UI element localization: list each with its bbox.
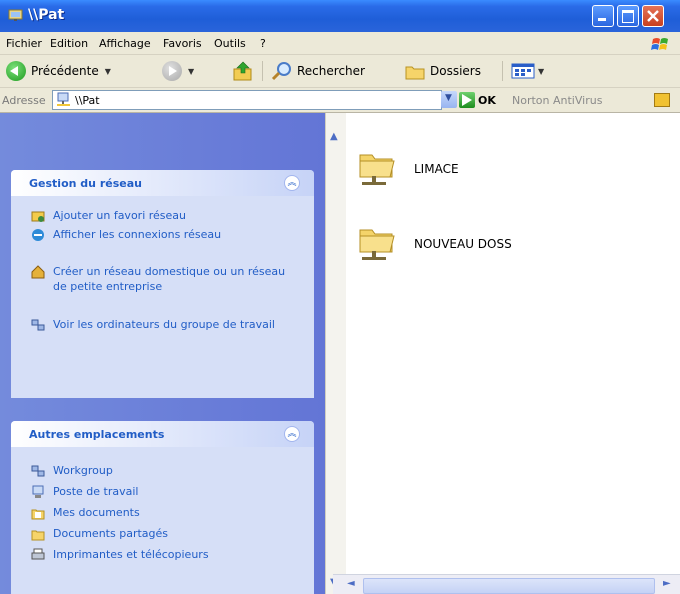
network-folder-icon bbox=[8, 9, 23, 21]
printers-icon bbox=[31, 548, 45, 560]
forward-arrow-icon bbox=[162, 61, 182, 81]
minimize-button[interactable] bbox=[592, 5, 614, 27]
close-icon bbox=[647, 10, 659, 22]
back-dropdown-icon[interactable]: ▼ bbox=[105, 67, 111, 76]
go-label[interactable]: OK bbox=[478, 94, 496, 107]
toolbar-separator bbox=[502, 61, 503, 81]
other-places-group: Autres emplacements ︽ Workgroup Poste de… bbox=[11, 421, 314, 594]
network-tasks-header[interactable]: Gestion du réseau ︽ bbox=[11, 170, 314, 196]
window-title: \\Pat bbox=[28, 7, 65, 23]
menu-edit[interactable]: Edition bbox=[50, 37, 88, 50]
folder-view: LIMACE NOUVEAU DOSS bbox=[346, 113, 680, 576]
views-icon bbox=[511, 63, 535, 79]
collapse-icon[interactable]: ︽ bbox=[284, 175, 300, 191]
menu-help[interactable]: ? bbox=[260, 37, 266, 50]
task-network-connections[interactable]: Afficher les connexions réseau bbox=[31, 227, 301, 259]
scroll-left-icon[interactable]: ◄ bbox=[347, 578, 355, 589]
collapse-icon[interactable]: ︽ bbox=[284, 426, 300, 442]
back-label: Précédente bbox=[31, 64, 99, 78]
shared-documents-icon bbox=[31, 530, 45, 541]
add-network-place-icon bbox=[31, 211, 45, 222]
norton-antivirus-button[interactable]: Norton AntiVirus bbox=[512, 94, 602, 107]
address-dropdown-button[interactable]: ▼ bbox=[441, 91, 457, 108]
network-tasks-title: Gestion du réseau bbox=[29, 177, 142, 190]
scroll-thumb[interactable] bbox=[363, 578, 655, 594]
address-input[interactable]: \\Pat bbox=[52, 90, 442, 110]
menu-tools[interactable]: Outils bbox=[214, 37, 246, 50]
go-button[interactable] bbox=[459, 92, 475, 108]
my-documents-icon bbox=[31, 509, 45, 520]
menu-file[interactable]: Fichier bbox=[6, 37, 42, 50]
scroll-up-icon[interactable]: ▲ bbox=[330, 131, 338, 142]
search-label: Rechercher bbox=[297, 64, 365, 78]
folders-icon bbox=[405, 66, 425, 80]
horizontal-scrollbar[interactable]: ◄ ► bbox=[333, 574, 680, 594]
place-printers[interactable]: Imprimantes et télécopieurs bbox=[31, 547, 301, 563]
address-bar: Adresse \\Pat ▼ OK Norton AntiVirus bbox=[0, 88, 680, 113]
task-pane: Gestion du réseau ︽ Ajouter un favori ré… bbox=[0, 113, 325, 594]
maximize-icon bbox=[622, 10, 634, 23]
up-folder-button[interactable] bbox=[232, 60, 254, 82]
list-item[interactable]: LIMACE bbox=[356, 145, 606, 195]
place-my-computer[interactable]: Poste de travail bbox=[31, 484, 301, 500]
scroll-right-icon[interactable]: ► bbox=[663, 578, 671, 589]
list-item[interactable]: NOUVEAU DOSS bbox=[356, 220, 606, 270]
folder-name: NOUVEAU DOSS bbox=[414, 237, 512, 251]
windows-logo-icon bbox=[651, 38, 668, 50]
other-places-title: Autres emplacements bbox=[29, 428, 165, 441]
network-connections-icon bbox=[32, 229, 44, 241]
toolbar-separator bbox=[262, 61, 263, 81]
views-button[interactable]: ▼ bbox=[511, 60, 544, 82]
minimize-icon bbox=[598, 18, 606, 21]
task-workgroup-computers[interactable]: Voir les ordinateurs du groupe de travai… bbox=[31, 317, 301, 349]
search-button[interactable]: Rechercher bbox=[271, 60, 365, 82]
workgroup-icon bbox=[31, 465, 45, 477]
search-icon bbox=[271, 62, 291, 81]
place-my-documents[interactable]: Mes documents bbox=[31, 505, 301, 521]
forward-dropdown-icon[interactable]: ▼ bbox=[188, 67, 194, 76]
folder-name: LIMACE bbox=[414, 162, 459, 176]
up-folder-icon bbox=[233, 61, 252, 81]
maximize-button[interactable] bbox=[617, 5, 639, 27]
views-dropdown-icon[interactable]: ▼ bbox=[538, 67, 544, 76]
network-computer-icon bbox=[57, 92, 70, 106]
folders-label: Dossiers bbox=[430, 64, 481, 78]
shared-folder-icon bbox=[359, 229, 395, 260]
menu-bar: Fichier Edition Affichage Favoris Outils… bbox=[0, 32, 680, 55]
shared-folder-icon bbox=[359, 154, 395, 185]
folders-button[interactable]: Dossiers bbox=[404, 60, 481, 82]
address-value: \\Pat bbox=[75, 94, 100, 107]
place-workgroup[interactable]: Workgroup bbox=[31, 463, 301, 479]
back-arrow-icon bbox=[6, 61, 26, 81]
title-bar[interactable]: \\Pat bbox=[0, 0, 680, 32]
workgroup-computers-icon bbox=[31, 319, 45, 331]
forward-button[interactable]: ▼ bbox=[162, 60, 194, 82]
norton-icon[interactable] bbox=[654, 93, 670, 107]
go-arrow-icon bbox=[462, 94, 472, 106]
network-tasks-group: Gestion du réseau ︽ Ajouter un favori ré… bbox=[11, 170, 314, 398]
close-button[interactable] bbox=[642, 5, 664, 27]
chevron-down-icon: ▼ bbox=[445, 93, 452, 103]
explorer-window: \\Pat Fichier Edition Affichage Favoris … bbox=[0, 0, 680, 594]
my-computer-icon bbox=[32, 485, 44, 498]
task-home-network[interactable]: Créer un réseau domestique ou un réseau … bbox=[31, 264, 301, 312]
task-add-network-place[interactable]: Ajouter un favori réseau bbox=[31, 208, 301, 224]
menu-view[interactable]: Affichage bbox=[99, 37, 151, 50]
toolbar: Précédente ▼ ▼ Rechercher Dossiers ▼ bbox=[0, 55, 680, 88]
address-label: Adresse bbox=[2, 94, 46, 107]
other-places-header[interactable]: Autres emplacements ︽ bbox=[11, 421, 314, 447]
place-shared-documents[interactable]: Documents partagés bbox=[31, 526, 301, 542]
home-network-icon bbox=[31, 265, 45, 279]
back-button[interactable]: Précédente ▼ bbox=[6, 60, 111, 82]
menu-favorites[interactable]: Favoris bbox=[163, 37, 202, 50]
vertical-scrollbar[interactable]: ▲ ▼ bbox=[325, 113, 346, 594]
